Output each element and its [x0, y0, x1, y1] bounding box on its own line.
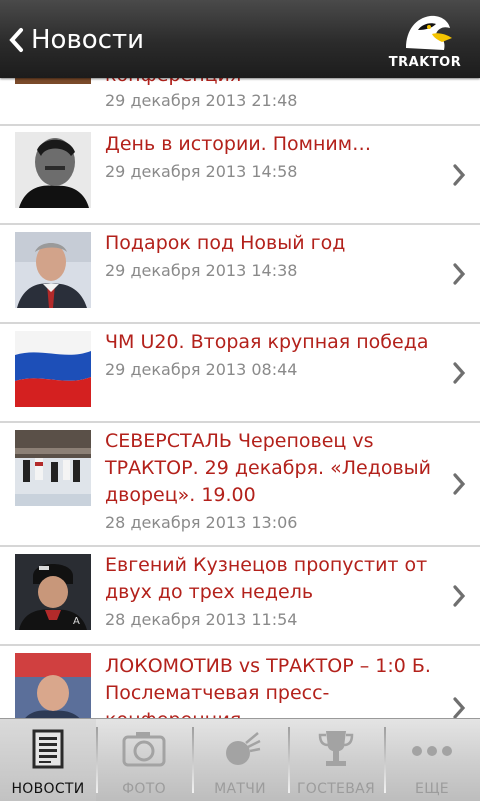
news-item[interactable]: ЧМ U20. Вторая крупная победа 29 декабря…	[0, 324, 480, 423]
chevron-right-icon	[453, 697, 466, 718]
news-list[interactable]: конференция 29 декабря 2013 21:48 День в…	[0, 0, 480, 718]
news-item[interactable]: A Евгений Кузнецов пропустит от двух до …	[0, 547, 480, 646]
news-date: 29 декабря 2013 08:44	[105, 360, 298, 379]
traktor-logo: TRAKTOR	[388, 8, 462, 72]
chevron-right-icon	[453, 263, 466, 285]
tab-matches[interactable]: МАТЧИ	[192, 719, 288, 801]
more-dots-icon	[412, 746, 452, 756]
chevron-right-icon	[453, 164, 466, 186]
news-item[interactable]: День в истории. Помним… 29 декабря 2013 …	[0, 126, 480, 225]
back-button[interactable]: Новости	[8, 20, 144, 60]
news-thumbnail	[15, 430, 91, 506]
tab-guestbook[interactable]: ГОСТЕВАЯ	[288, 719, 384, 801]
tab-photo[interactable]: ФОТО	[96, 719, 192, 801]
tab-label: ФОТО	[122, 781, 166, 797]
news-date: 29 декабря 2013 14:38	[105, 261, 298, 280]
news-title: ЧМ U20. Вторая крупная победа	[105, 331, 429, 353]
news-thumbnail	[15, 232, 91, 308]
tab-news[interactable]: НОВОСТИ	[0, 719, 96, 801]
news-title: День в истории. Помним…	[105, 133, 372, 155]
news-date: 29 декабря 2013 14:58	[105, 162, 298, 181]
eagle-logo-icon	[406, 15, 452, 50]
newspaper-icon	[32, 729, 64, 769]
news-title: Евгений Кузнецов пропустит от двух до тр…	[105, 554, 428, 603]
logo-text: TRAKTOR	[388, 55, 462, 70]
bottom-tab-bar: НОВОСТИ ФОТО МАТЧИ ГОСТЕВАЯ ЕЩЕ	[0, 718, 480, 801]
tab-label: ГОСТЕВАЯ	[296, 781, 376, 797]
page-title: Новости	[31, 25, 145, 55]
trophy-icon	[318, 731, 354, 766]
news-date: 29 декабря 2013 21:48	[105, 91, 298, 110]
camera-icon	[122, 732, 166, 767]
news-thumbnail	[15, 331, 91, 407]
news-date: 28 декабря 2013 13:06	[105, 513, 298, 532]
news-thumbnail: A	[15, 554, 91, 630]
header-bar: Новости TRAKTOR	[0, 0, 480, 78]
news-thumbnail	[15, 132, 91, 208]
chevron-right-icon	[453, 585, 466, 607]
svg-text:A: A	[73, 616, 80, 627]
chevron-left-icon	[9, 28, 23, 52]
tab-label: МАТЧИ	[214, 781, 266, 797]
news-title: Подарок под Новый год	[105, 232, 346, 254]
news-title: ЛОКОМОТИВ vs ТРАКТОР – 1:0 Б. Послематче…	[105, 655, 431, 718]
news-item[interactable]: ЛОКОМОТИВ vs ТРАКТОР – 1:0 Б. Послематче…	[0, 646, 480, 718]
news-item[interactable]: Подарок под Новый год 29 декабря 2013 14…	[0, 225, 480, 324]
news-item[interactable]: СЕВЕРСТАЛЬ Череповец vs ТРАКТОР. 29 дека…	[0, 423, 480, 547]
tab-label: НОВОСТИ	[11, 781, 85, 797]
news-title: СЕВЕРСТАЛЬ Череповец vs ТРАКТОР. 29 дека…	[105, 430, 432, 506]
chevron-right-icon	[453, 473, 466, 495]
chevron-right-icon	[453, 362, 466, 384]
puck-icon	[226, 732, 261, 765]
tab-label: ЕЩЕ	[415, 781, 449, 797]
tab-more[interactable]: ЕЩЕ	[384, 719, 480, 801]
news-thumbnail	[15, 653, 91, 718]
news-date: 28 декабря 2013 11:54	[105, 610, 298, 629]
